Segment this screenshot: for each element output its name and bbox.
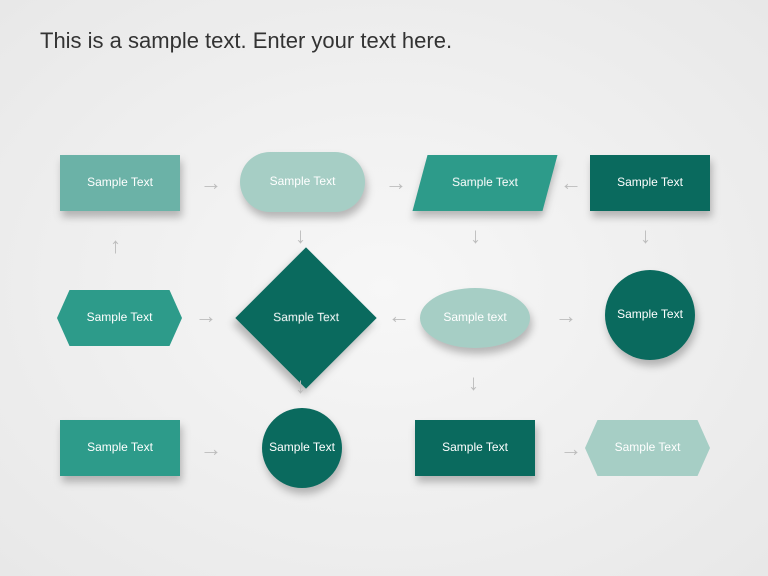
shape-hexagon-r3-d: Sample Text [585, 420, 710, 476]
shape-label: Sample Text [452, 175, 518, 191]
shape-label: Sample Text [442, 440, 508, 456]
page-title: This is a sample text. Enter your text h… [40, 28, 452, 54]
arrow-right-icon: → [200, 438, 222, 460]
arrow-right-icon: → [560, 438, 582, 460]
shape-diamond-r2-b: Sample Text [235, 247, 376, 388]
arrow-down-icon: ↓ [295, 225, 306, 247]
shape-label: Sample Text [617, 307, 683, 323]
arrow-down-icon: ↓ [470, 225, 481, 247]
shape-rect-r3-c: Sample Text [415, 420, 535, 476]
arrow-left-icon: ← [560, 172, 582, 194]
arrow-right-icon: → [555, 305, 577, 327]
arrow-up-icon: ↑ [110, 235, 121, 257]
shape-rounded-r1-b: Sample Text [240, 152, 365, 212]
shape-label: Sample Text [87, 175, 153, 191]
arrow-down-icon: ↓ [295, 375, 306, 397]
shape-rect-r3-a: Sample Text [60, 420, 180, 476]
shape-parallelogram-r1-c: Sample Text [412, 155, 557, 211]
arrow-right-icon: → [385, 172, 407, 194]
shape-rect-r1-d: Sample Text [590, 155, 710, 211]
shape-ellipse-r2-c: Sample text [420, 288, 530, 348]
arrow-down-icon: ↓ [468, 372, 479, 394]
shape-rect-r1-a: Sample Text [60, 155, 180, 211]
shape-label: Sample Text [87, 310, 153, 326]
arrow-right-icon: → [200, 172, 222, 194]
shape-label: Sample Text [615, 440, 681, 456]
shape-hexagon-r2-a: Sample Text [57, 290, 182, 346]
arrow-right-icon: → [195, 305, 217, 327]
shape-label: Sample Text [87, 440, 153, 456]
shape-circle-r2-d: Sample Text [605, 270, 695, 360]
shape-label: Sample text [443, 310, 506, 326]
shape-label: Sample Text [269, 440, 335, 456]
shape-label: Sample Text [270, 174, 336, 190]
shape-label: Sample Text [271, 310, 341, 326]
shape-label: Sample Text [617, 175, 683, 191]
arrow-left-icon: ← [388, 305, 410, 327]
arrow-down-icon: ↓ [640, 225, 651, 247]
shape-circle-r3-b: Sample Text [262, 408, 342, 488]
